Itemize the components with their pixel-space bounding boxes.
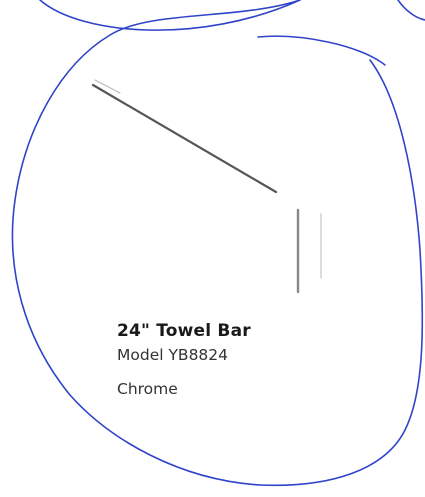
page-drawing — [11, 0, 425, 487]
pen-arc-top-right — [397, 0, 425, 21]
product-title: 24" Towel Bar — [117, 321, 251, 341]
pen-arc-inner — [257, 35, 386, 66]
product-model: Model YB8824 — [117, 346, 229, 364]
pen-arc-top — [39, 0, 301, 31]
towel-bar-rod-highlight — [94, 79, 121, 94]
catalog-page: 24" Towel Bar Model YB8824 Chrome — [0, 0, 425, 497]
towel-bar-rod — [91, 83, 278, 194]
pen-circle — [11, 0, 424, 487]
product-finish: Chrome — [117, 380, 178, 398]
product-info: 24" Towel Bar Model YB8824 Chrome — [117, 320, 251, 400]
